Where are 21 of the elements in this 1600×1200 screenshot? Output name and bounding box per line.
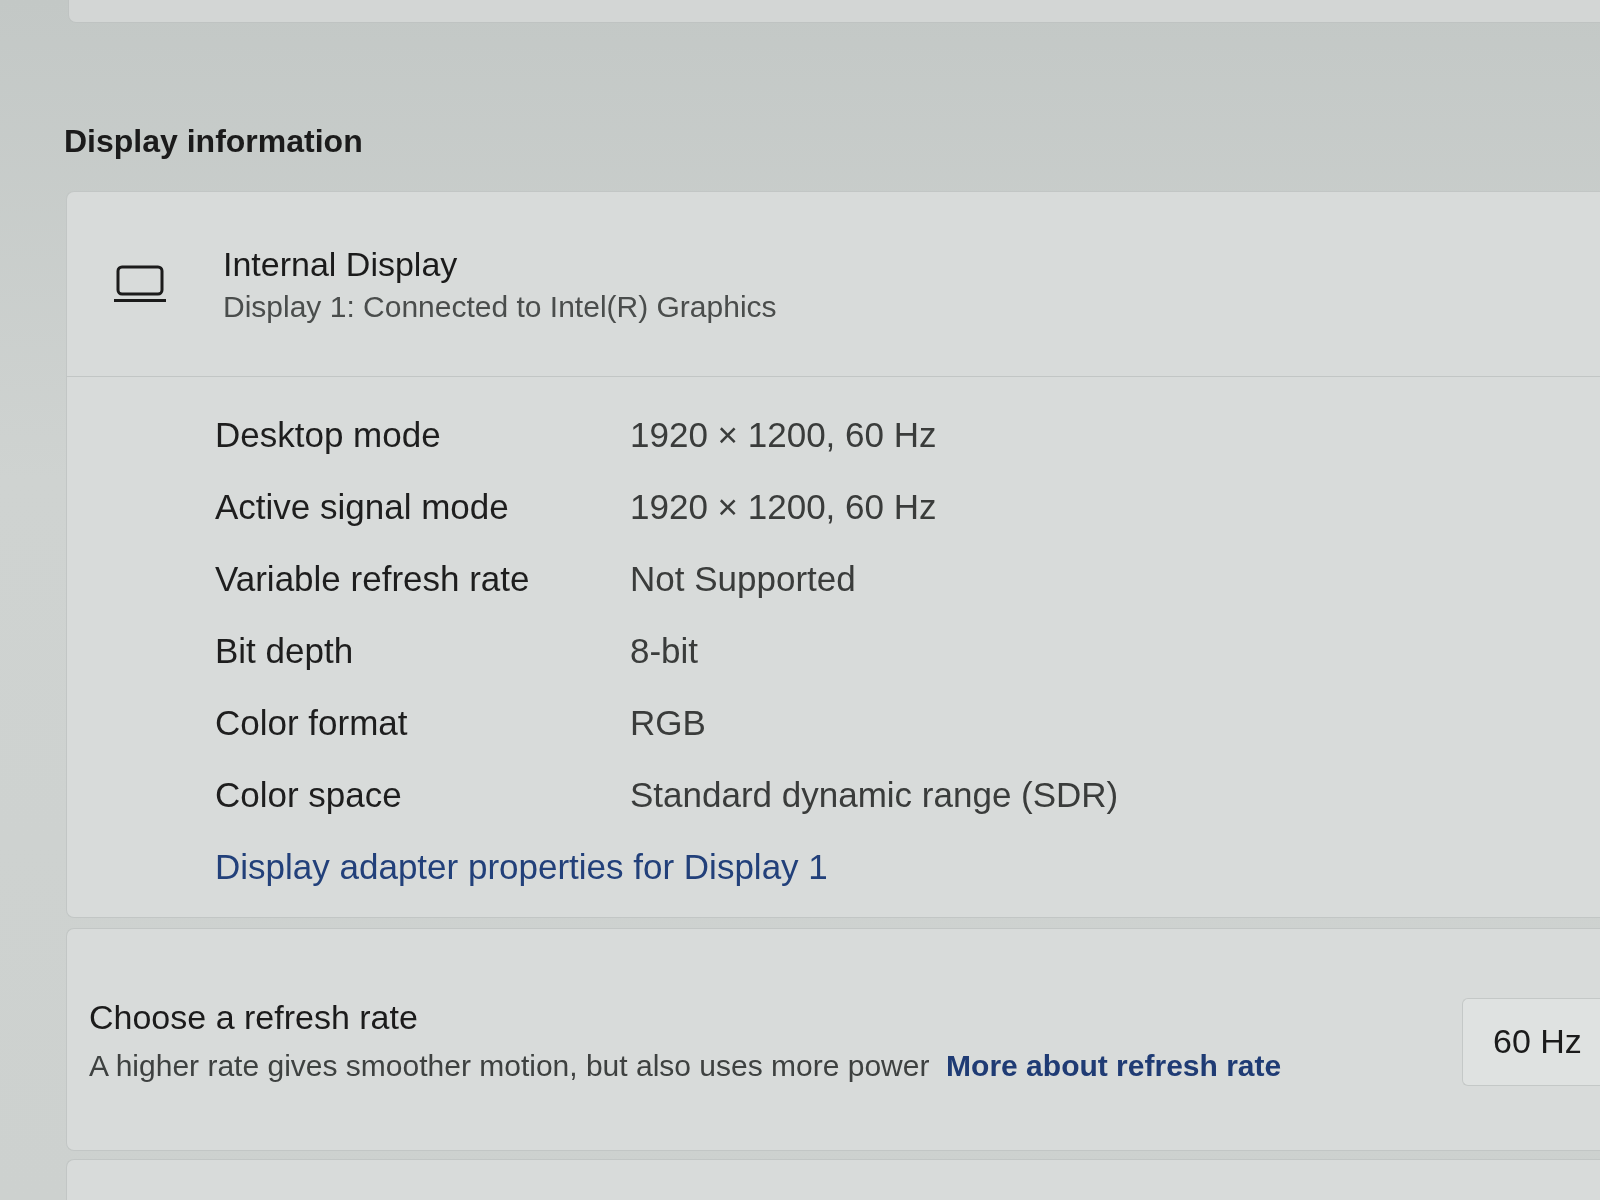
property-value: 1920 × 1200, 60 Hz — [630, 415, 937, 455]
display-name: Internal Display — [223, 244, 459, 285]
property-label: Color format — [215, 703, 408, 743]
property-value: 1920 × 1200, 60 Hz — [630, 487, 937, 527]
property-label: Active signal mode — [215, 487, 509, 527]
section-heading: Display information — [64, 122, 363, 161]
property-label: Bit depth — [215, 631, 354, 671]
refresh-rate-dropdown[interactable]: 60 Hz — [1462, 997, 1600, 1086]
adapter-properties-link[interactable]: Display adapter properties for Display 1 — [215, 847, 828, 887]
property-value: Not Supported — [630, 559, 856, 599]
property-value: Standard dynamic range (SDR) — [630, 775, 1119, 815]
refresh-rate-link[interactable]: More about refresh rate — [946, 1048, 1282, 1082]
property-label: Color space — [215, 775, 402, 815]
refresh-rate-title: Choose a refresh rate — [89, 996, 418, 1038]
display-description: Display 1: Connected to Intel(R) Graphics — [223, 289, 777, 325]
refresh-rate-description: A higher rate gives smoother motion, but also uses more power More about refresh rate — [89, 1047, 1282, 1084]
laptop-icon — [113, 265, 167, 303]
property-value: 8-bit — [630, 631, 699, 671]
property-label: Variable refresh rate — [215, 559, 530, 599]
property-value: RGB — [630, 703, 706, 743]
property-label: Desktop mode — [215, 415, 441, 455]
